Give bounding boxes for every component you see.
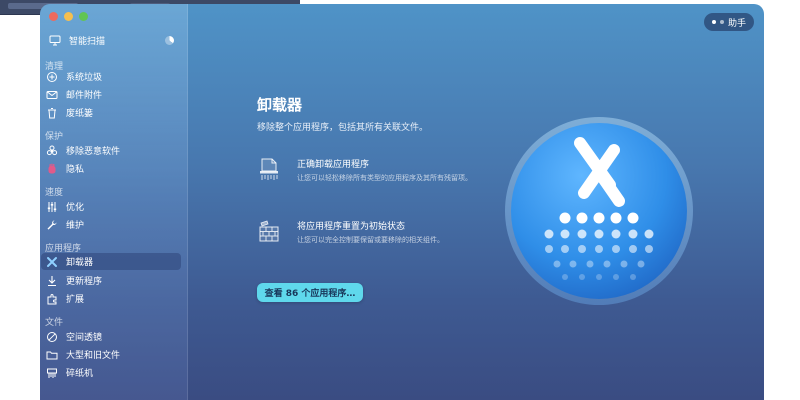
monitor-icon	[49, 34, 61, 46]
sidebar-item-optimization[interactable]: 优化	[41, 198, 181, 215]
folder-icon	[46, 349, 58, 361]
sidebar-item-space-lens[interactable]: 空间透镜	[41, 328, 181, 345]
sidebar-item-label: 扩展	[66, 295, 85, 305]
extensions-icon	[46, 293, 58, 305]
sidebar-item-label: 移除恶意软件	[66, 147, 121, 157]
assistant-dot-icon	[711, 20, 716, 24]
view-apps-button[interactable]: 查看 86 个应用程序…	[257, 283, 363, 302]
sidebar-item-label: 卸载器	[66, 258, 94, 268]
sidebar-item-label: 废纸篓	[66, 109, 94, 119]
feature-title: 将应用程序重置为初始状态	[297, 222, 406, 232]
sidebar-item-label: 碎纸机	[66, 369, 94, 379]
feature-description: 让您可以完全控制要保留或要移除的相关组件。	[297, 236, 444, 244]
reset-bricks-icon	[257, 219, 281, 243]
sidebar-item-label: 智能扫描	[69, 36, 106, 47]
section-title-files: 文件	[45, 318, 64, 328]
minimize-button[interactable]	[64, 12, 73, 21]
sidebar-item-privacy[interactable]: 隐私	[41, 160, 181, 177]
sidebar-item-label: 空间透镜	[66, 333, 103, 343]
feature-title: 正确卸载应用程序	[297, 160, 370, 170]
sidebar-item-uninstaller[interactable]: 卸载器	[41, 253, 181, 270]
page-title: 卸载器	[257, 96, 303, 114]
app-window: 智能扫描 清理 系统垃圾 邮件附件 废纸篓 保护 移除恶意软件 隐私 速度 优化…	[40, 4, 764, 400]
feature-description: 让您可以轻松移除所有类型的应用程序及其所有残留项。	[297, 174, 472, 182]
mail-icon	[46, 89, 58, 101]
feature-uninstall: 正确卸载应用程序 让您可以轻松移除所有类型的应用程序及其所有残留项。	[257, 157, 517, 189]
section-title-protection: 保护	[45, 132, 64, 142]
updater-icon	[46, 275, 58, 287]
sidebar-item-mail-attachments[interactable]: 邮件附件	[41, 86, 181, 103]
sidebar-item-smart-scan[interactable]: 智能扫描	[44, 32, 180, 48]
sidebar-item-label: 大型和旧文件	[66, 351, 121, 361]
sidebar-item-extensions[interactable]: 扩展	[41, 290, 181, 307]
sidebar-item-shredder[interactable]: 碎纸机	[41, 364, 181, 381]
trash-icon	[46, 107, 58, 119]
sidebar-item-label: 系统垃圾	[66, 73, 103, 83]
sidebar-item-label: 更新程序	[66, 277, 103, 287]
sidebar-item-trash[interactable]: 废纸篓	[41, 104, 181, 121]
window-controls	[49, 12, 88, 21]
uninstaller-icon	[46, 256, 58, 268]
biohazard-icon	[46, 145, 58, 157]
sliders-icon	[46, 201, 58, 213]
sidebar-item-maintenance[interactable]: 维护	[41, 216, 181, 233]
feature-reset: 将应用程序重置为初始状态 让您可以完全控制要保留或要移除的相关组件。	[257, 219, 517, 251]
close-button[interactable]	[49, 12, 58, 21]
sidebar-item-malware-removal[interactable]: 移除恶意软件	[41, 142, 181, 159]
system-junk-icon	[46, 71, 58, 83]
sidebar-item-system-junk[interactable]: 系统垃圾	[41, 68, 181, 85]
scan-progress-icon	[165, 35, 174, 45]
sidebar: 智能扫描 清理 系统垃圾 邮件附件 废纸篓 保护 移除恶意软件 隐私 速度 优化…	[40, 4, 188, 400]
shredder-icon	[46, 367, 58, 379]
assistant-dot-icon	[719, 20, 724, 24]
uninstaller-hero-icon	[505, 117, 693, 305]
page-subtitle: 移除整个应用程序，包括其所有关联文件。	[257, 123, 429, 133]
zoom-button[interactable]	[79, 12, 88, 21]
sidebar-item-label: 邮件附件	[66, 91, 103, 101]
privacy-hand-icon	[46, 163, 58, 175]
wrench-icon	[46, 219, 58, 231]
space-lens-icon	[46, 331, 58, 343]
sidebar-item-label: 维护	[66, 221, 85, 231]
shredder-app-icon	[257, 157, 281, 181]
sidebar-item-updater[interactable]: 更新程序	[41, 272, 181, 289]
sidebar-item-label: 隐私	[66, 165, 85, 175]
section-title-speed: 速度	[45, 188, 64, 198]
assistant-label: 助手	[727, 18, 746, 29]
assistant-button[interactable]: 助手	[704, 13, 754, 31]
sidebar-item-large-old-files[interactable]: 大型和旧文件	[41, 346, 181, 363]
sidebar-item-label: 优化	[66, 203, 85, 213]
